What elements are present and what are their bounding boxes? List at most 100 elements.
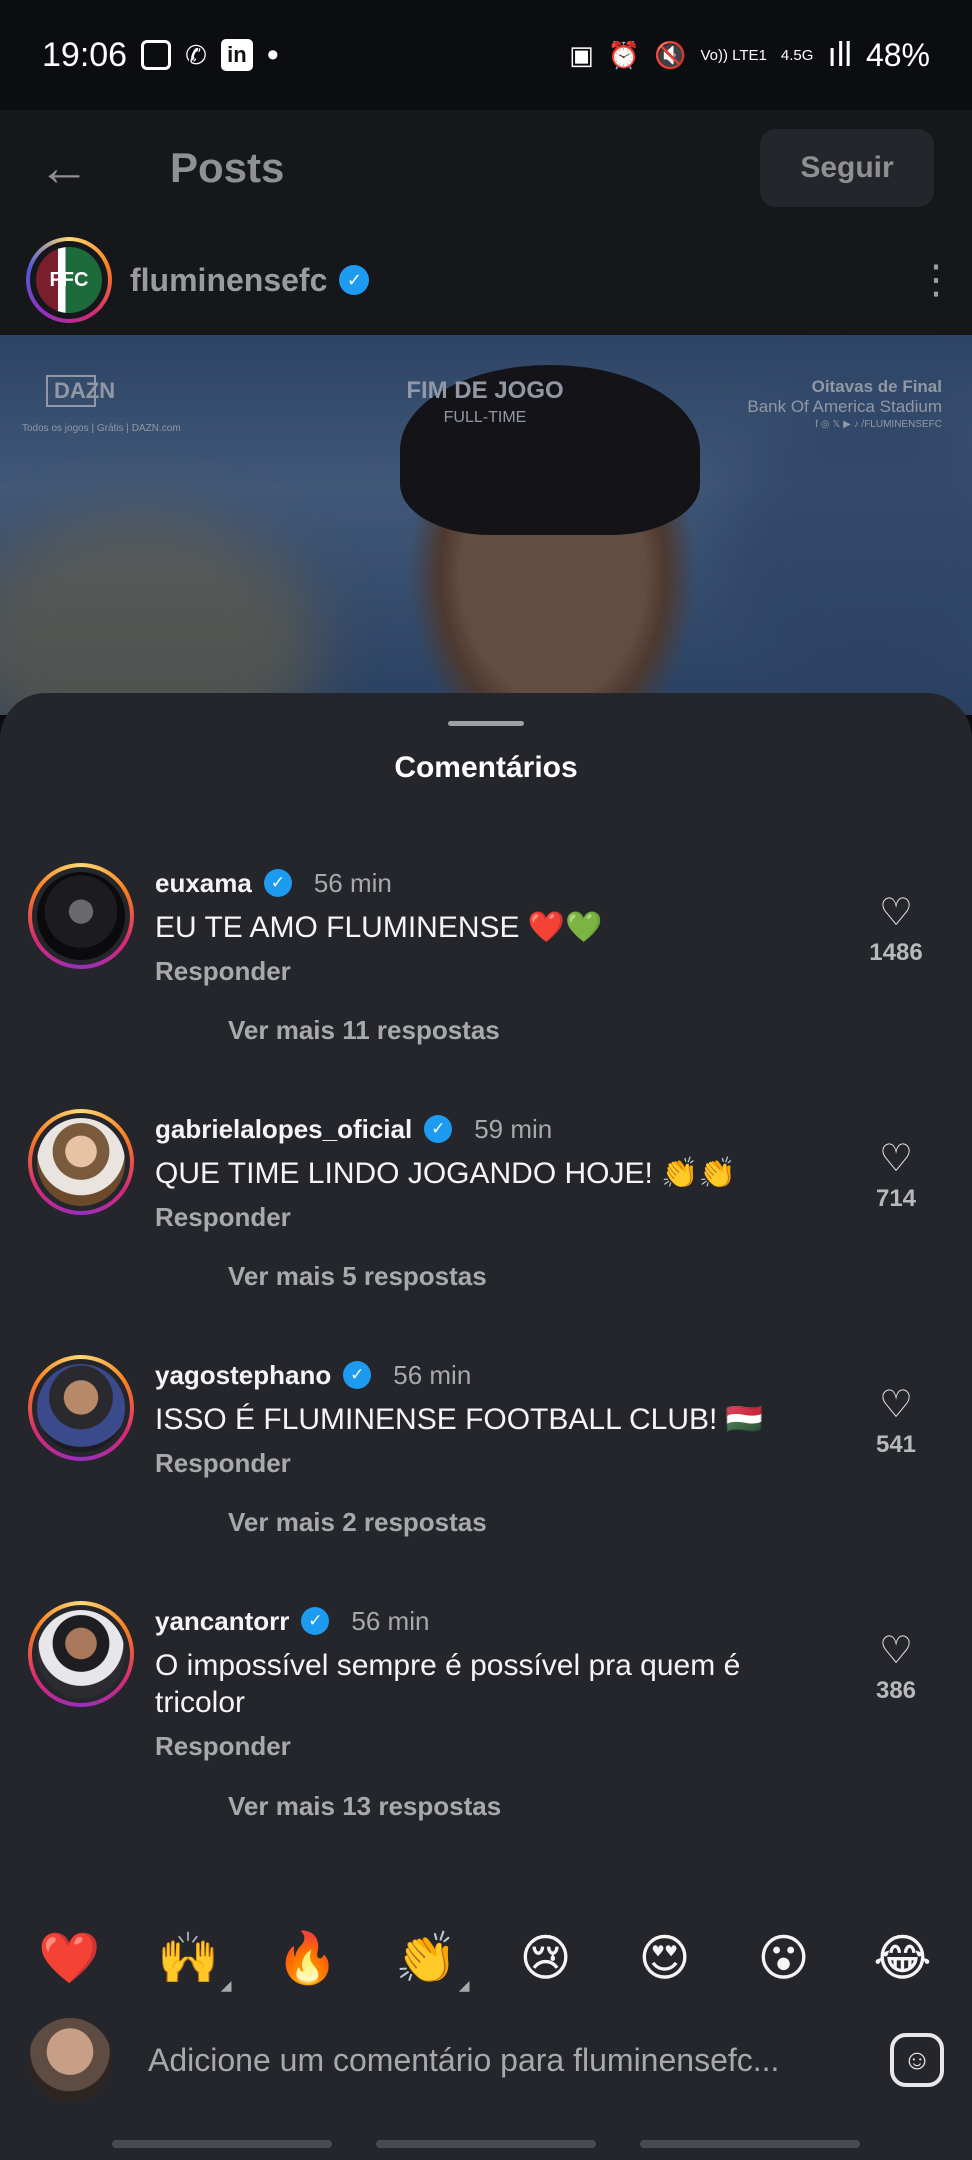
follow-button[interactable]: Seguir: [760, 128, 934, 207]
like-count: 714: [875, 1185, 917, 1212]
comment-time: 59 min: [474, 1113, 553, 1144]
comment-username[interactable]: yagostephano: [155, 1360, 331, 1391]
comment-text: ISSO É FLUMINENSE FOOTBALL CLUB! 🇭🇺: [155, 1403, 764, 1436]
like-count: 1486: [869, 939, 923, 966]
gesture-segment: [112, 2140, 332, 2148]
sheet-title: Comentários: [394, 751, 578, 784]
gesture-segment: [376, 2140, 596, 2148]
whatsapp-notification-icon: ✆: [185, 39, 207, 70]
avatar-frame: [32, 867, 130, 965]
post-author-username[interactable]: fluminensefc: [130, 262, 327, 299]
skin-tone-indicator-icon: ◢: [458, 1976, 470, 1993]
current-user-avatar: [28, 2018, 112, 2102]
avatar-frame: [32, 1359, 130, 1457]
reaction-crying[interactable]: 😢: [501, 1929, 591, 1987]
comment-header: euxama ✓ 56 min: [155, 863, 392, 903]
avatar-photo: [37, 872, 125, 960]
reply-button[interactable]: Responder: [155, 1731, 291, 1762]
comment-username[interactable]: euxama: [155, 868, 252, 899]
post-image[interactable]: DAZN Todos os jogos | Grátis | DAZN.com …: [0, 335, 972, 715]
verified-badge-icon: ✓: [339, 265, 370, 295]
view-more-replies[interactable]: Ver mais 2 respostas: [228, 1507, 487, 1538]
more-options-icon[interactable]: ⋮: [916, 260, 956, 300]
clock: 19:06: [42, 35, 128, 74]
like-button[interactable]: ♡ 386: [856, 1631, 936, 1705]
like-button[interactable]: ♡ 1486: [856, 893, 936, 967]
comment-time: 56 min: [393, 1359, 472, 1390]
gallery-notification-icon: [141, 40, 172, 70]
heart-icon: ♡: [878, 1138, 914, 1180]
avatar-photo: [37, 1364, 125, 1452]
avatar-photo: [37, 1118, 125, 1206]
signal-icon: ıll: [827, 35, 852, 74]
quick-reactions: ❤️ 🙌 ◢ 🔥 👏 ◢ 😢 😍 😮 😂: [0, 1918, 972, 1998]
back-arrow-icon[interactable]: ←: [38, 138, 128, 198]
reaction-heart-eyes[interactable]: 😍: [620, 1929, 710, 1987]
reaction-raised-hands-glyph: 🙌: [157, 1929, 220, 1986]
reaction-heart[interactable]: ❤️: [25, 1929, 115, 1988]
reply-button[interactable]: Responder: [155, 956, 291, 987]
avatar-frame: [32, 1605, 130, 1703]
post-header: FFC fluminensefc ✓ ⋮: [0, 225, 972, 335]
comment-avatar[interactable]: [28, 1601, 134, 1707]
sheet-grab-handle[interactable]: [448, 721, 524, 726]
reaction-raised-hands[interactable]: 🙌 ◢: [144, 1929, 234, 1993]
comment-header: yagostephano ✓ 56 min: [155, 1355, 471, 1395]
more-notifications-dot: •: [266, 35, 279, 74]
comment-composer: Adicione um comentário para fluminensefc…: [0, 2010, 972, 2110]
reaction-surprised[interactable]: 😮: [739, 1929, 829, 1987]
sticker-icon[interactable]: ☺: [890, 2033, 944, 2087]
reaction-clap[interactable]: 👏 ◢: [382, 1929, 472, 1993]
mute-icon: 🔇: [654, 39, 687, 70]
status-right: ▣ ⏰ 🔇 Vo)) LTE1 4.5G ıll 48%: [569, 36, 930, 75]
like-button[interactable]: ♡ 714: [856, 1139, 936, 1213]
like-button[interactable]: ♡ 541: [856, 1385, 936, 1459]
fluminense-crest-icon: FFC: [36, 247, 102, 313]
volte-indicator: Vo)) LTE1: [700, 46, 767, 64]
post-author-avatar[interactable]: FFC: [26, 237, 112, 323]
skin-tone-indicator-icon: ◢: [220, 1976, 232, 1993]
page-title: Posts: [170, 143, 285, 191]
gesture-segment: [640, 2140, 860, 2148]
heart-icon: ♡: [878, 1384, 914, 1426]
avatar-frame: FFC: [30, 241, 108, 319]
comment-text: EU TE AMO FLUMINENSE ❤️💚: [155, 911, 603, 944]
image-dim-overlay: [0, 335, 972, 715]
view-more-replies[interactable]: Ver mais 13 respostas: [228, 1791, 501, 1822]
comment-avatar[interactable]: [28, 863, 134, 969]
comment-item: euxama ✓ 56 min EU TE AMO FLUMINENSE ❤️💚…: [0, 863, 972, 1093]
reaction-fire[interactable]: 🔥: [263, 1929, 353, 1988]
reaction-laughing[interactable]: 😂: [858, 1929, 948, 1987]
heart-icon: ♡: [878, 892, 914, 934]
avatar-frame: [32, 1113, 130, 1211]
verified-badge-icon: ✓: [424, 1115, 453, 1143]
comment-text: O impossível sempre é possível pra quem …: [155, 1649, 741, 1719]
verified-badge-icon: ✓: [263, 869, 292, 897]
comment-username[interactable]: gabrielalopes_oficial: [155, 1114, 412, 1145]
comment-header: yancantorr ✓ 56 min: [155, 1601, 429, 1641]
heart-icon: ♡: [878, 1630, 914, 1672]
status-bar: 19:06 ✆ in • ▣ ⏰ 🔇 Vo)) LTE1 4.5G ıll 48…: [0, 0, 972, 110]
comment-item: gabrielalopes_oficial ✓ 59 min QUE TIME …: [0, 1109, 972, 1339]
comment-input[interactable]: Adicione um comentário para fluminensefc…: [148, 2042, 779, 2079]
network-type: 4.5G: [780, 46, 814, 64]
comment-avatar[interactable]: [28, 1355, 134, 1461]
linkedin-notification-icon: in: [220, 39, 253, 71]
comment-avatar[interactable]: [28, 1109, 134, 1215]
like-count: 386: [875, 1677, 917, 1704]
battery-level: 48%: [865, 36, 930, 73]
like-count: 541: [875, 1431, 917, 1458]
reply-button[interactable]: Responder: [155, 1448, 291, 1479]
comment-text: QUE TIME LINDO JOGANDO HOJE! 👏👏: [155, 1157, 736, 1190]
comment-item: yancantorr ✓ 56 min O impossível sempre …: [0, 1601, 972, 1861]
verified-badge-icon: ✓: [301, 1607, 330, 1635]
view-more-replies[interactable]: Ver mais 11 respostas: [228, 1015, 500, 1046]
top-nav: ← Posts Seguir: [0, 110, 972, 225]
comment-username[interactable]: yancantorr: [155, 1606, 289, 1637]
view-more-replies[interactable]: Ver mais 5 respostas: [228, 1261, 487, 1292]
reply-button[interactable]: Responder: [155, 1202, 291, 1233]
sim-icon: ▣: [569, 39, 594, 70]
reaction-clap-glyph: 👏: [395, 1929, 458, 1986]
alarm-icon: ⏰: [607, 39, 641, 70]
comment-time: 56 min: [351, 1605, 430, 1636]
